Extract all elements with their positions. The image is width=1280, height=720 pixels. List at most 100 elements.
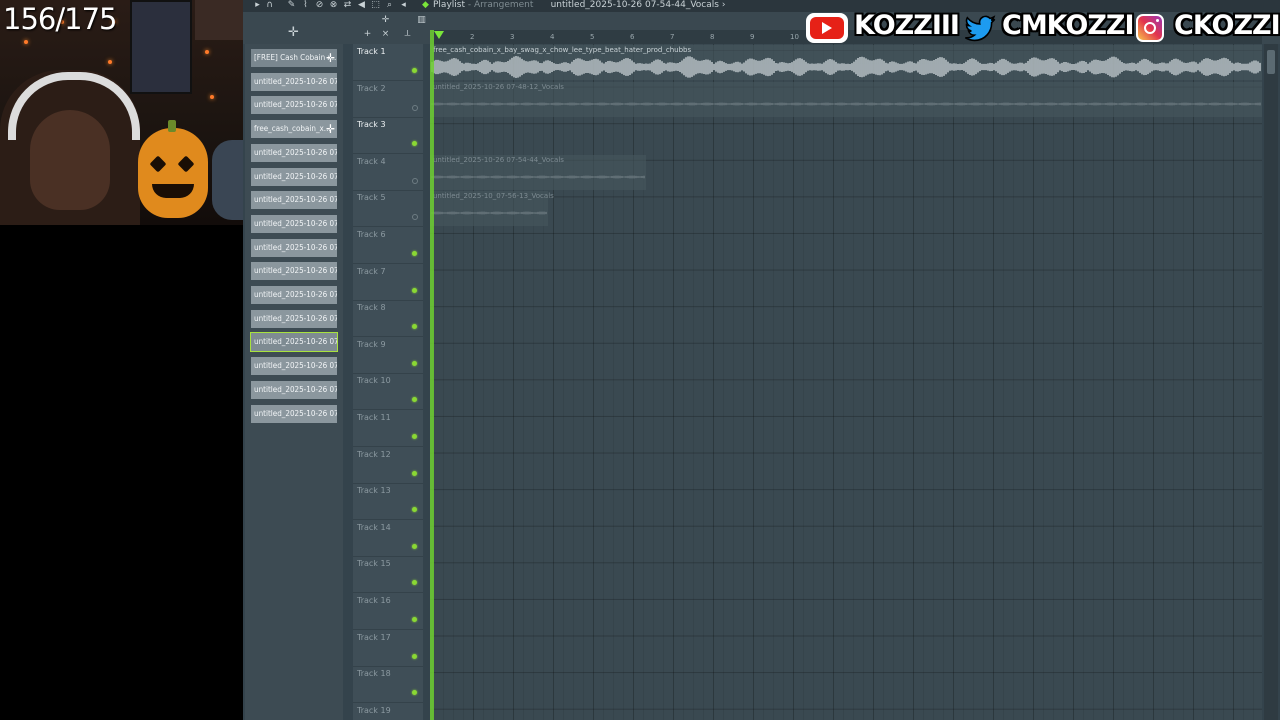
track-name: Track 15 <box>357 559 391 569</box>
video-counter: 156/175 <box>3 2 117 36</box>
track-header[interactable]: Track 9 <box>353 337 423 374</box>
track-header[interactable]: Track 8 <box>353 300 423 338</box>
track-enable-led[interactable] <box>412 617 417 622</box>
playhead[interactable] <box>430 30 434 720</box>
browser-clip-item[interactable]: [FREE] Cash Cobain x... ✛ <box>251 49 337 67</box>
vertical-scrollbar[interactable] <box>1264 44 1278 720</box>
track-header[interactable]: Track 1 <box>353 44 423 81</box>
browser-clip-item[interactable]: untitled_2025-10-26 07-... <box>251 238 337 257</box>
select-icon[interactable]: ⬚ <box>371 1 380 10</box>
track-enable-led[interactable] <box>412 324 417 330</box>
track-enable-led[interactable] <box>412 287 417 293</box>
arrangement-grid[interactable]: free_cash_cobain_x_bay_swag_x_chow_lee_t… <box>430 44 1262 720</box>
audio-clip[interactable]: untitled_2025-10-26 07-48-12_Vocals <box>430 81 1262 117</box>
track-header[interactable]: Track 11 <box>353 410 423 447</box>
browser-clip-item[interactable]: untitled_2025-10-26 07-... <box>251 380 337 399</box>
track-enable-led[interactable] <box>412 397 417 403</box>
track-header[interactable]: Track 14 <box>353 520 423 557</box>
browser-clip-label: untitled_2025-10-26 07-... <box>254 313 337 323</box>
track-header[interactable]: Track 3 <box>353 117 423 155</box>
brush-icon[interactable]: ⌇ <box>301 1 310 10</box>
browser-clip-item[interactable]: untitled_2025-10-26 07-... <box>251 357 337 376</box>
audio-clip[interactable]: free_cash_cobain_x_bay_swag_x_chow_lee_t… <box>430 45 1262 80</box>
browser-clip-label: untitled_2025-10-26 07-... <box>254 147 337 157</box>
browser-clip-item[interactable]: untitled_2025-10-26 07-... <box>251 262 337 281</box>
add-track-icon[interactable]: + <box>363 30 372 39</box>
arrangement-label[interactable]: Arrangement <box>474 0 533 10</box>
browser-clip-label: untitled_2025-10-26 07-... <box>254 408 337 418</box>
browser-clip-item[interactable]: free_cash_cobain_x... ✛ <box>251 120 337 139</box>
track-enable-led[interactable] <box>412 507 417 513</box>
jack-o-lantern <box>138 120 208 218</box>
track-enable-led[interactable] <box>412 68 417 73</box>
slice-icon[interactable]: ◀ <box>357 1 366 10</box>
slip-icon[interactable]: ⇄ <box>343 1 352 10</box>
browser-clip-item[interactable]: untitled_2025-10-26 07-... <box>251 214 337 233</box>
track-header[interactable]: Track 6 <box>353 227 423 264</box>
browser-clip-item[interactable]: untitled_2025-10-26 07-... <box>251 286 337 304</box>
track-name: Track 17 <box>357 632 391 642</box>
track-enable-led[interactable] <box>412 580 417 586</box>
track-header[interactable]: Track 13 <box>353 483 423 521</box>
track-enable-led[interactable] <box>412 251 417 256</box>
youtube-icon <box>806 13 848 43</box>
zoom-icon[interactable]: ⌕ <box>385 1 394 10</box>
waveform <box>431 175 645 179</box>
browser-clip-item[interactable]: untitled_2025-10-26 07-... <box>251 72 337 91</box>
grid-icon[interactable]: ▥ <box>417 16 426 25</box>
pencil-icon[interactable]: ✎ <box>287 1 296 10</box>
audio-clip[interactable]: untitled_2025-10-26 07-54-44_Vocals <box>430 154 646 190</box>
playhead-marker[interactable] <box>434 31 444 39</box>
browser-clip-item[interactable]: untitled_2025-10-26 07-... <box>251 191 337 210</box>
scrollbar-thumb[interactable] <box>1267 50 1275 74</box>
play-arrow-icon[interactable]: ▸ <box>253 1 262 10</box>
magnet-icon[interactable]: ∩ <box>265 1 274 10</box>
track-header[interactable]: Track 17 <box>353 630 423 667</box>
browser-clip-item[interactable]: untitled_2025-10-26 07-... <box>251 96 337 115</box>
track-enable-led[interactable] <box>412 434 417 439</box>
track-header[interactable]: Track 2 <box>353 81 423 118</box>
pattern-label[interactable]: untitled_2025-10-26 07-54-44_Vocals <box>551 0 719 10</box>
track-header[interactable]: Track 10 <box>353 373 423 411</box>
track-header[interactable]: Track 7 <box>353 264 423 301</box>
browser-clip-item[interactable]: untitled_2025-10-26 07-... <box>251 143 337 162</box>
track-header[interactable]: Track 19 <box>353 703 423 720</box>
browser-add-icon[interactable]: ✛ <box>288 26 299 39</box>
track-header[interactable]: Track 16 <box>353 593 423 630</box>
browser-clip-item[interactable]: untitled_2025-10-26 07-... <box>251 167 337 186</box>
browser-clip-item[interactable]: untitled_2025-10-26 07-... <box>251 309 337 328</box>
snap-icon[interactable]: ✛ <box>381 16 390 25</box>
playlist-label: Playlist <box>433 0 465 10</box>
track-enable-led[interactable] <box>412 543 417 549</box>
track-enable-led[interactable] <box>412 470 417 476</box>
track-header[interactable]: Track 15 <box>353 556 423 594</box>
track-name: Track 10 <box>357 376 391 386</box>
waveform <box>431 102 1261 105</box>
add-clip-icon[interactable]: ✛ <box>326 49 335 67</box>
browser-clip-label: free_cash_cobain_x... <box>254 124 331 134</box>
track-enable-led[interactable] <box>412 104 418 111</box>
browser-clip-item[interactable]: untitled_2025-10-26 07-... <box>251 404 337 423</box>
add-clip-icon[interactable]: ✛ <box>326 120 335 138</box>
track-enable-led[interactable] <box>412 177 418 184</box>
ruler-bar-number: 4 <box>550 33 555 41</box>
track-name: Track 12 <box>357 449 391 459</box>
track-name: Track 3 <box>357 120 386 130</box>
link-icon[interactable]: ⟂ <box>403 30 412 39</box>
delete-icon[interactable]: ⊘ <box>315 1 324 10</box>
browser-clip-label: untitled_2025-10-26 07-... <box>254 218 337 228</box>
track-enable-led[interactable] <box>412 141 417 147</box>
track-enable-led[interactable] <box>412 214 418 221</box>
track-header[interactable]: Track 5 <box>353 190 423 228</box>
mute-icon[interactable]: ⊗ <box>329 1 338 10</box>
close-icon[interactable]: × <box>381 30 390 39</box>
track-enable-led[interactable] <box>412 360 417 366</box>
track-header[interactable]: Track 4 <box>353 154 423 191</box>
audio-clip[interactable]: untitled_2025-10_07-56-13_Vocals <box>430 191 554 227</box>
browser-clip-item[interactable]: untitled_2025-10-26 07-... <box>250 332 338 353</box>
track-enable-led[interactable] <box>412 653 417 659</box>
playback-icon[interactable]: ◂ <box>399 1 408 10</box>
track-header[interactable]: Track 18 <box>353 666 423 704</box>
track-header[interactable]: Track 12 <box>353 447 423 484</box>
track-enable-led[interactable] <box>412 690 417 696</box>
